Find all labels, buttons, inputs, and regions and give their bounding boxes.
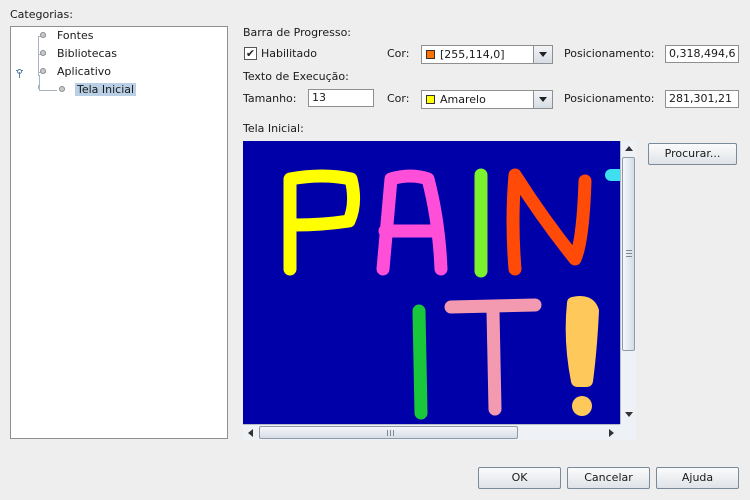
- expand-handle-stem-icon: [19, 72, 20, 78]
- text-posicionamento-label: Posicionamento:: [564, 92, 655, 105]
- splash-image: [243, 141, 620, 424]
- leaf-node-icon: [40, 50, 46, 56]
- tree-line: [39, 90, 57, 91]
- leaf-node-icon: [40, 32, 46, 38]
- scroll-up-icon[interactable]: [622, 142, 636, 156]
- progress-position-field[interactable]: 0,318,494,6: [665, 45, 739, 63]
- color-swatch-icon: [426, 50, 435, 59]
- tree-line: [38, 36, 39, 76]
- vertical-scrollbar[interactable]: [620, 141, 636, 424]
- categorias-label: Categorias:: [10, 8, 73, 21]
- progress-color-combo[interactable]: [255,114,0]: [421, 45, 553, 64]
- chevron-down-icon[interactable]: [533, 91, 552, 108]
- scroll-left-icon[interactable]: [244, 426, 258, 440]
- ajuda-button[interactable]: Ajuda: [656, 467, 739, 489]
- text-color-value: Amarelo: [440, 93, 486, 106]
- scroll-down-icon[interactable]: [622, 408, 636, 422]
- ok-button[interactable]: OK: [478, 467, 561, 489]
- checkmark-icon: ✔: [245, 47, 256, 60]
- tela-inicial-heading: Tela Inicial:: [243, 122, 304, 135]
- color-swatch-icon: [426, 95, 435, 104]
- progress-cor-label: Cor:: [387, 47, 410, 60]
- tree-item-fontes[interactable]: Fontes: [55, 29, 95, 42]
- cancelar-button[interactable]: Cancelar: [567, 467, 650, 489]
- horizontal-scroll-thumb[interactable]: [259, 426, 518, 439]
- categories-tree[interactable]: Fontes Bibliotecas Aplicativo Tela Inici…: [10, 26, 228, 439]
- folder-node-icon: [40, 68, 46, 74]
- tree-item-aplicativo[interactable]: Aplicativo: [55, 65, 113, 78]
- barra-progresso-heading: Barra de Progresso:: [243, 26, 352, 39]
- tree-line: [39, 75, 40, 91]
- scroll-corner: [620, 424, 636, 440]
- text-color-combo[interactable]: Amarelo: [421, 90, 553, 109]
- leaf-node-icon: [59, 86, 65, 92]
- tamanho-field[interactable]: 13: [308, 89, 374, 107]
- horizontal-scrollbar[interactable]: [243, 424, 620, 440]
- tree-item-bibliotecas[interactable]: Bibliotecas: [55, 47, 119, 60]
- procurar-button[interactable]: Procurar...: [648, 143, 737, 165]
- habilitado-label: Habilitado: [261, 47, 317, 60]
- chevron-down-icon[interactable]: [533, 46, 552, 63]
- progress-color-value: [255,114,0]: [440, 48, 505, 61]
- text-position-field[interactable]: 281,301,21: [665, 90, 739, 108]
- scroll-right-icon[interactable]: [604, 426, 618, 440]
- vertical-scroll-thumb[interactable]: [622, 157, 635, 351]
- splash-image-drawing: [283, 168, 620, 420]
- habilitado-checkbox[interactable]: ✔: [244, 47, 257, 60]
- text-cor-label: Cor:: [387, 92, 410, 105]
- texto-execucao-heading: Texto de Execução:: [243, 70, 349, 83]
- tree-item-tela-inicial[interactable]: Tela Inicial: [75, 83, 137, 96]
- tamanho-label: Tamanho:: [243, 92, 297, 105]
- progress-posicionamento-label: Posicionamento:: [564, 47, 655, 60]
